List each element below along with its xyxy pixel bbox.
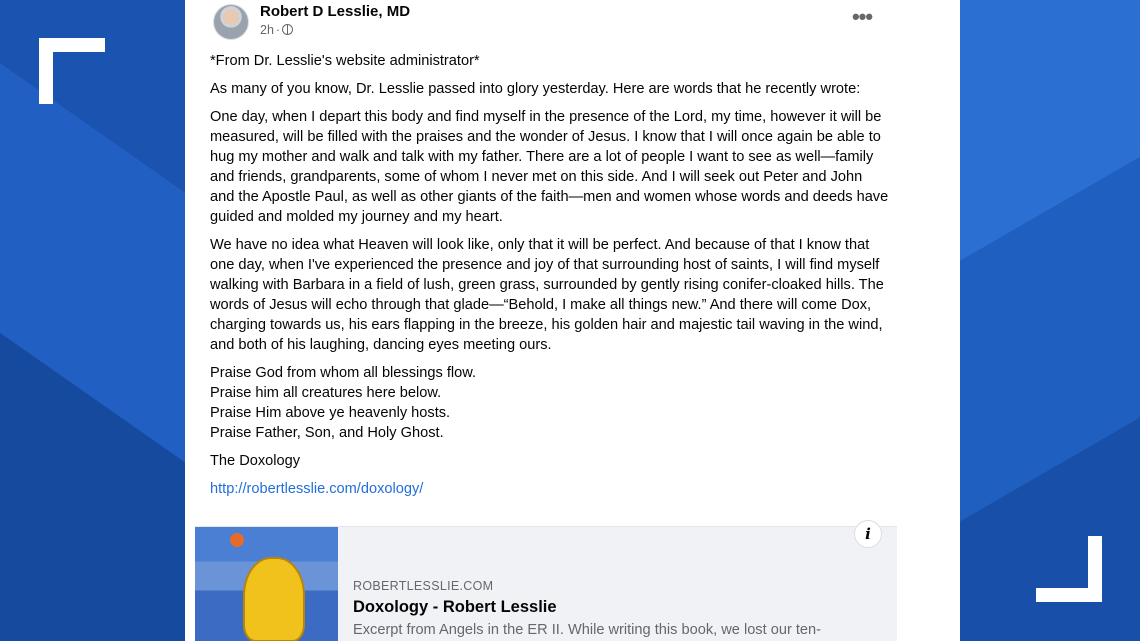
- praise-line: Praise God from whom all blessings flow.: [210, 365, 477, 381]
- post-time[interactable]: 2h: [260, 23, 274, 37]
- post-body: *From Dr. Lesslie's website administrato…: [210, 51, 890, 507]
- praise-line: Praise Him above ye heavenly hosts.: [210, 405, 451, 421]
- closing-line: The Doxology: [210, 453, 301, 469]
- more-options-icon[interactable]: •••: [850, 6, 874, 32]
- author-name[interactable]: Robert D Lesslie, MD: [260, 3, 410, 20]
- info-icon[interactable]: i: [854, 520, 882, 548]
- thumbnail-dog-drawing: [243, 557, 305, 641]
- author-avatar[interactable]: [213, 4, 249, 40]
- thumbnail-sun-drawing: [230, 533, 244, 547]
- praise-verse: Praise God from whom all blessings flow.…: [210, 363, 890, 443]
- praise-line: Praise him all creatures here below.: [210, 385, 442, 401]
- post-header: Robert D Lesslie, MD 2h · •••: [195, 0, 897, 48]
- corner-bracket-top-left: [39, 38, 105, 104]
- corner-bracket-bottom-right: [1036, 536, 1102, 602]
- praise-line: Praise Father, Son, and Holy Ghost.: [210, 425, 444, 441]
- post-link[interactable]: http://robertlesslie.com/doxology/: [210, 481, 423, 497]
- post-paragraph: As many of you know, Dr. Lesslie passed …: [210, 81, 861, 97]
- post-content: Robert D Lesslie, MD 2h · ••• *From Dr. L…: [195, 0, 897, 641]
- preview-thumbnail[interactable]: [195, 527, 338, 641]
- preview-site: ROBERTLESSLIE.COM: [353, 579, 494, 593]
- preview-title[interactable]: Doxology - Robert Lesslie: [353, 598, 557, 617]
- post-paragraph: We have no idea what Heaven will look li…: [210, 237, 884, 353]
- preview-description: Excerpt from Angels in the ER II. While …: [353, 622, 822, 638]
- post-paragraph: One day, when I depart this body and fin…: [210, 109, 889, 225]
- post-paragraph: *From Dr. Lesslie's website administrato…: [210, 53, 480, 69]
- facebook-post-card: Robert D Lesslie, MD 2h · ••• *From Dr. L…: [185, 0, 960, 641]
- link-preview[interactable]: i ROBERTLESSLIE.COM Doxology - Robert Le…: [195, 520, 897, 641]
- meta-separator: ·: [275, 23, 281, 37]
- globe-icon: [282, 24, 294, 35]
- post-meta: 2h ·: [260, 23, 294, 37]
